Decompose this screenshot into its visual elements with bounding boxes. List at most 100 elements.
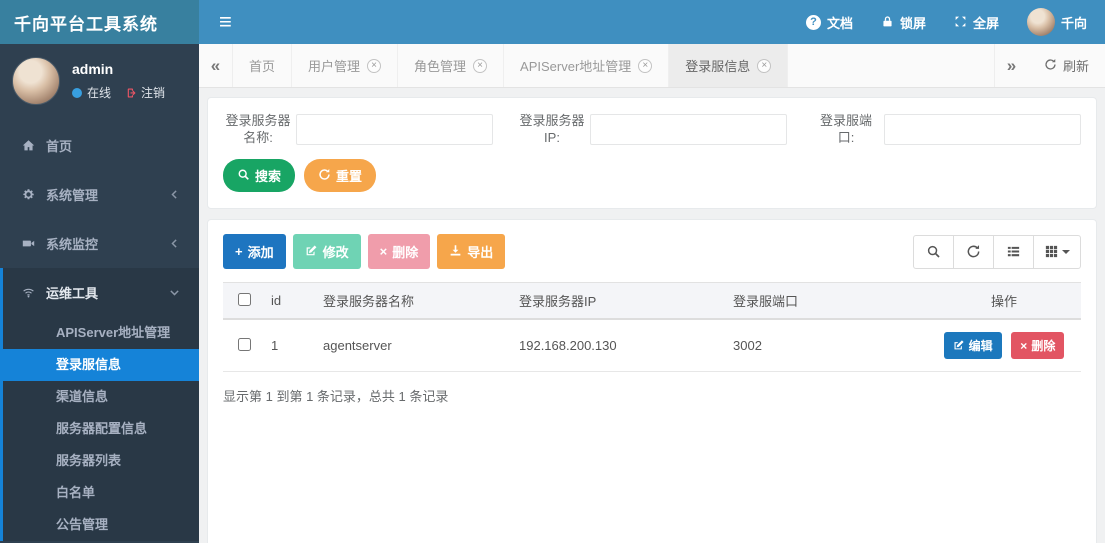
user-avatar[interactable] [12,57,60,105]
times-icon: × [379,244,388,259]
login-server-name-input[interactable] [296,113,493,145]
table-row: 1 agentserver 192.168.200.130 3002 编辑 × … [223,319,1081,372]
logout-icon [124,87,136,99]
user-status-row: 在线 注销 [72,84,165,101]
export-button[interactable]: 导出 [437,234,506,269]
sidebar-item-login-server-info[interactable]: 登录服信息 [3,349,199,381]
tab-user-mgmt[interactable]: 用户管理 × [292,44,399,87]
docs-link[interactable]: ? 文档 [805,13,853,32]
add-button[interactable]: + 添加 [223,234,286,269]
tabbar-spacer [788,44,994,87]
tab-apiserver-mgmt[interactable]: APIServer地址管理 × [504,44,670,87]
table-refresh-button[interactable] [953,234,994,269]
chevron-down-icon [168,286,181,299]
table-view-toggle-button[interactable] [993,234,1034,269]
search-buttons-row: 搜索 重置 [223,159,1081,192]
times-icon: × [1020,338,1028,353]
login-server-ip-label: 登录服务器 IP: [519,113,585,145]
cell-server-ip: 192.168.200.130 [513,319,727,372]
search-icon [237,168,250,183]
cell-server-port: 3002 [727,319,927,372]
sidebar-item-server-list[interactable]: 服务器列表 [3,445,199,477]
table-options-group [913,234,1081,269]
video-camera-icon [22,237,38,250]
reset-button[interactable]: 重置 [304,159,377,192]
modify-button[interactable]: 修改 [292,234,361,269]
question-circle-icon: ? [805,14,821,30]
delete-button[interactable]: × 删除 [367,234,431,269]
sidebar-item-home[interactable]: 首页 [0,121,199,170]
tab-role-mgmt[interactable]: 角色管理 × [398,44,505,87]
refresh-label: 刷新 [1062,59,1089,74]
sidebar-item-server-config-info[interactable]: 服务器配置信息 [3,413,199,445]
row-delete-label: 删除 [1031,339,1056,353]
wifi-icon [22,286,38,299]
tab-refresh-button[interactable]: 刷新 [1028,44,1105,87]
content-area: 登录服务器 名称: 登录服务器 IP: 登录服端 口: 搜索 重置 + 添加 修… [199,88,1105,543]
toolbar-buttons: + 添加 修改 × 删除 导出 [223,234,506,269]
table-header-row: id 登录服务器名称 登录服务器IP 登录服端口 操作 [223,282,1081,320]
sidebar-toggle-icon[interactable]: ≡ [199,11,232,33]
refresh-icon [1044,58,1057,73]
lock-screen-link[interactable]: 锁屏 [881,13,926,32]
header-server-name: 登录服务器名称 [317,282,513,320]
sidebar-item-announcement-mgmt[interactable]: 公告管理 [3,509,199,541]
lock-icon [881,15,894,30]
tabs-scroll-right-icon[interactable]: » [993,44,1028,87]
search-button[interactable]: 搜索 [223,159,296,192]
sidebar-item-system-monitor[interactable]: 系统监控 [0,219,199,268]
header-user-menu[interactable]: 千向 [1026,8,1087,36]
sidebar-item-whitelist[interactable]: 白名单 [3,477,199,509]
tab-close-icon[interactable]: × [367,58,382,73]
sidebar-item-system-mgmt[interactable]: 系统管理 [0,170,199,219]
header-id: id [265,282,317,320]
edit-pencil-icon [953,339,965,353]
tab-login-server-info[interactable]: 登录服信息 × [669,44,789,87]
pagination-summary: 显示第 1 到第 1 条记录，总共 1 条记录 [223,389,449,404]
online-status-label: 在线 [87,86,112,100]
header-select-all-cell [223,282,265,320]
tab-close-icon[interactable]: × [757,58,772,73]
login-server-ip-input[interactable] [590,113,787,145]
fullscreen-link[interactable]: 全屏 [954,13,999,32]
fullscreen-label: 全屏 [972,15,999,31]
user-name: admin [72,61,114,77]
sidebar: 千向平台工具系统 admin 在线 注销 首页 系统管理 系统监控 运维工具 A… [0,0,199,543]
search-panel: 登录服务器 名称: 登录服务器 IP: 登录服端 口: 搜索 重置 [207,97,1097,209]
tab-label: 角色管理 [414,59,467,74]
login-server-port-label: 登录服端 口: [819,113,872,145]
login-server-name-label: 登录服务器 名称: [225,113,291,145]
field-login-server-name: 登录服务器 名称: [223,112,493,146]
table-search-toggle-button[interactable] [913,234,954,269]
delete-button-label: 删除 [392,245,419,260]
tab-close-icon[interactable]: × [473,58,488,73]
search-button-label: 搜索 [255,169,282,184]
field-login-server-ip: 登录服务器 IP: [517,112,787,146]
modify-button-label: 修改 [322,245,349,260]
row-delete-button[interactable]: × 删除 [1011,332,1065,359]
header-actions: ? 文档 锁屏 全屏 千向 [805,8,1105,36]
sidebar-item-label: 运维工具 [46,286,99,301]
chevron-left-icon [168,188,181,201]
row-edit-label: 编辑 [968,339,993,353]
login-server-port-input[interactable] [884,113,1081,145]
row-edit-button[interactable]: 编辑 [943,332,1002,359]
sidebar-item-channel-info[interactable]: 渠道信息 [3,381,199,413]
top-header: ≡ ? 文档 锁屏 全屏 千向 [199,0,1105,44]
sidebar-item-ops-tools[interactable]: 运维工具 [3,268,199,317]
table-columns-dropdown-button[interactable] [1033,234,1081,269]
logout-link[interactable]: 注销 [141,84,165,101]
sidebar-item-apiserver-mgmt[interactable]: APIServer地址管理 [3,317,199,349]
table-toolbar: + 添加 修改 × 删除 导出 [223,234,1081,269]
tabs-scroll-left-icon[interactable]: « [199,44,233,87]
tab-label: 登录服信息 [685,59,751,74]
header-avatar [1026,8,1055,36]
reset-button-label: 重置 [336,169,363,184]
row-checkbox[interactable] [237,337,251,351]
cell-id: 1 [265,319,317,372]
tab-close-icon[interactable]: × [638,58,653,73]
sidebar-item-label: 首页 [46,139,73,154]
tab-home[interactable]: 首页 [233,44,293,87]
select-all-checkbox[interactable] [237,292,251,306]
download-icon [449,244,462,259]
